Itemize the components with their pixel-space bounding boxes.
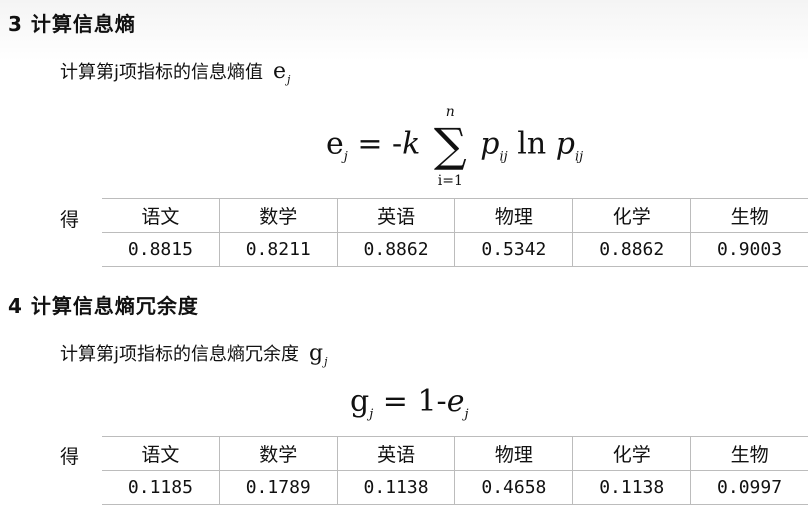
entropy-header-cell: 英语	[336, 198, 455, 233]
entropy-table-value-row: 0.8815 0.8211 0.8862 0.5342 0.8862 0.900…	[102, 232, 808, 267]
section-4-heading: 4 计算信息熵冗余度	[8, 294, 199, 318]
section-4-description-subscript: j	[324, 355, 328, 368]
redundancy-header-cell: 化学	[572, 436, 691, 471]
section-3-description-symbol: e	[273, 59, 287, 84]
formula-ln: ln	[517, 126, 547, 162]
redundancy-value-cell: 0.0997	[690, 470, 808, 505]
section-4-description-symbol: g	[309, 341, 324, 366]
redundancy-header-cell: 数学	[218, 436, 338, 471]
formula-e: e	[446, 384, 465, 419]
summation-lower-limit: i=1	[437, 173, 463, 189]
formula-lhs-subscript: j	[343, 149, 348, 165]
entropy-formula: ej = -k n ∑ i=1 pij ln pij	[326, 104, 584, 189]
entropy-value-cell: 0.8815	[102, 232, 220, 267]
formula-e-subscript: j	[464, 407, 469, 422]
formula-k: k	[402, 126, 421, 162]
redundancy-table-header-row: 语文 数学 英语 物理 化学 生物	[102, 436, 808, 471]
redundancy-header-cell: 物理	[454, 436, 573, 471]
section-3-description: 计算第j项指标的信息熵值 ej	[60, 58, 290, 86]
summation-upper-limit: n	[445, 104, 455, 120]
section-3-description-subscript: j	[287, 73, 291, 86]
redundancy-header-cell: 语文	[102, 436, 220, 471]
entropy-value-cell: 0.8211	[218, 232, 338, 267]
redundancy-value-cell: 0.1138	[572, 470, 691, 505]
redundancy-table: 语文 数学 英语 物理 化学 生物 0.1185 0.1789 0.1138 0…	[102, 436, 808, 505]
redundancy-formula: gj = 1-ej	[350, 384, 469, 422]
formula-p-2-subscript: ij	[574, 149, 584, 165]
entropy-header-cell: 生物	[690, 198, 808, 233]
redundancy-value-cell: 0.1789	[218, 470, 338, 505]
entropy-value-cell: 0.9003	[690, 232, 808, 267]
formula-p: p	[480, 126, 500, 162]
entropy-value-cell: 0.8862	[572, 232, 691, 267]
formula-p-subscript: ij	[499, 149, 508, 165]
formula-lhs: e	[326, 126, 344, 162]
formula-lhs: g	[350, 384, 370, 419]
section-3-heading: 3 计算信息熵	[8, 12, 136, 36]
formula-equals: = 1-	[382, 384, 447, 419]
redundancy-value-cell: 0.4658	[454, 470, 573, 505]
formula-equals: = -	[357, 126, 403, 162]
section-3-result-label: 得	[60, 209, 80, 231]
entropy-table-header-row: 语文 数学 英语 物理 化学 生物	[102, 198, 808, 233]
formula-lhs-subscript: j	[369, 407, 374, 422]
redundancy-header-cell: 英语	[336, 436, 455, 471]
entropy-header-cell: 化学	[572, 198, 691, 233]
section-4-description: 计算第j项指标的信息熵冗余度 gj	[60, 340, 328, 368]
redundancy-value-cell: 0.1185	[102, 470, 220, 505]
entropy-value-cell: 0.8862	[336, 232, 455, 267]
summation-symbol: ∑	[433, 118, 467, 172]
entropy-header-cell: 物理	[454, 198, 573, 233]
summation: n ∑ i=1	[434, 104, 467, 189]
section-3-description-text: 计算第j项指标的信息熵值	[60, 62, 263, 83]
entropy-header-cell: 数学	[218, 198, 338, 233]
formula-p-2: p	[555, 126, 575, 162]
redundancy-table-value-row: 0.1185 0.1789 0.1138 0.4658 0.1138 0.099…	[102, 470, 808, 505]
entropy-table: 语文 数学 英语 物理 化学 生物 0.8815 0.8211 0.8862 0…	[102, 198, 808, 267]
entropy-header-cell: 语文	[102, 198, 220, 233]
redundancy-value-cell: 0.1138	[336, 470, 455, 505]
section-4-description-text: 计算第j项指标的信息熵冗余度	[60, 344, 299, 365]
entropy-value-cell: 0.5342	[454, 232, 573, 267]
section-4-result-label: 得	[60, 446, 80, 468]
redundancy-header-cell: 生物	[690, 436, 808, 471]
